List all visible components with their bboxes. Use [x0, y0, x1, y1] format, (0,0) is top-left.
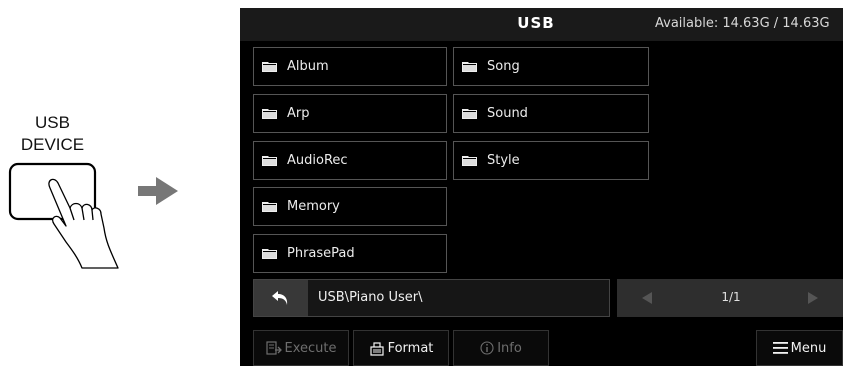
folder-label: AudioRec [287, 153, 348, 168]
folder-item-phrasepad[interactable]: PhrasePad [253, 234, 447, 273]
folder-label: Sound [487, 106, 528, 121]
folder-label: Album [287, 59, 329, 74]
info-button[interactable]: Info [453, 330, 549, 366]
back-button[interactable] [254, 280, 308, 316]
folder-label: Style [487, 153, 520, 168]
current-path: USB\Piano User\ [318, 290, 423, 305]
right-triangle-icon [808, 292, 818, 304]
execute-button[interactable]: Execute [253, 330, 349, 366]
title-bar: USB Available: 14.63G / 14.63G [240, 8, 843, 41]
path-bar: USB\Piano User\ [253, 279, 610, 317]
page-title: USB [517, 14, 555, 32]
info-icon [480, 341, 494, 355]
folder-label: Memory [287, 199, 340, 214]
hamburger-icon [772, 342, 788, 354]
folder-icon [462, 155, 477, 166]
usb-device-label-line1: USB [35, 113, 70, 132]
folder-icon [262, 108, 277, 119]
prev-page-button[interactable] [617, 279, 677, 317]
format-label: Format [387, 340, 434, 356]
folder-item-song[interactable]: Song [453, 47, 649, 86]
folder-item-style[interactable]: Style [453, 141, 649, 180]
right-arrow-icon [138, 177, 178, 205]
folder-item-arp[interactable]: Arp [253, 94, 447, 133]
folder-icon [262, 155, 277, 166]
folder-icon [262, 201, 277, 212]
folder-label: Arp [287, 106, 310, 121]
folder-icon [262, 248, 277, 259]
execute-label: Execute [284, 340, 337, 356]
format-button[interactable]: Format [353, 330, 449, 366]
page-navigator: 1/1 [617, 279, 843, 317]
folder-icon [462, 108, 477, 119]
usb-screen: USB Available: 14.63G / 14.63G Album Arp… [240, 8, 843, 366]
folder-item-memory[interactable]: Memory [253, 187, 447, 226]
available-space: Available: 14.63G / 14.63G [655, 16, 830, 31]
back-arrow-icon [272, 291, 288, 305]
folder-icon [262, 61, 277, 72]
folder-item-album[interactable]: Album [253, 47, 447, 86]
menu-button[interactable]: Menu [756, 330, 843, 366]
execute-icon [265, 341, 282, 355]
next-page-button[interactable] [783, 279, 843, 317]
folder-icon [462, 61, 477, 72]
format-icon [369, 341, 384, 356]
menu-label: Menu [790, 340, 827, 356]
usb-device-illustration [8, 162, 178, 269]
folder-label: PhrasePad [287, 246, 355, 261]
folder-label: Song [487, 59, 520, 74]
info-label: Info [497, 340, 522, 356]
folder-item-audiorec[interactable]: AudioRec [253, 141, 447, 180]
page-indicator: 1/1 [721, 290, 741, 304]
left-triangle-icon [642, 292, 652, 304]
folder-item-sound[interactable]: Sound [453, 94, 649, 133]
